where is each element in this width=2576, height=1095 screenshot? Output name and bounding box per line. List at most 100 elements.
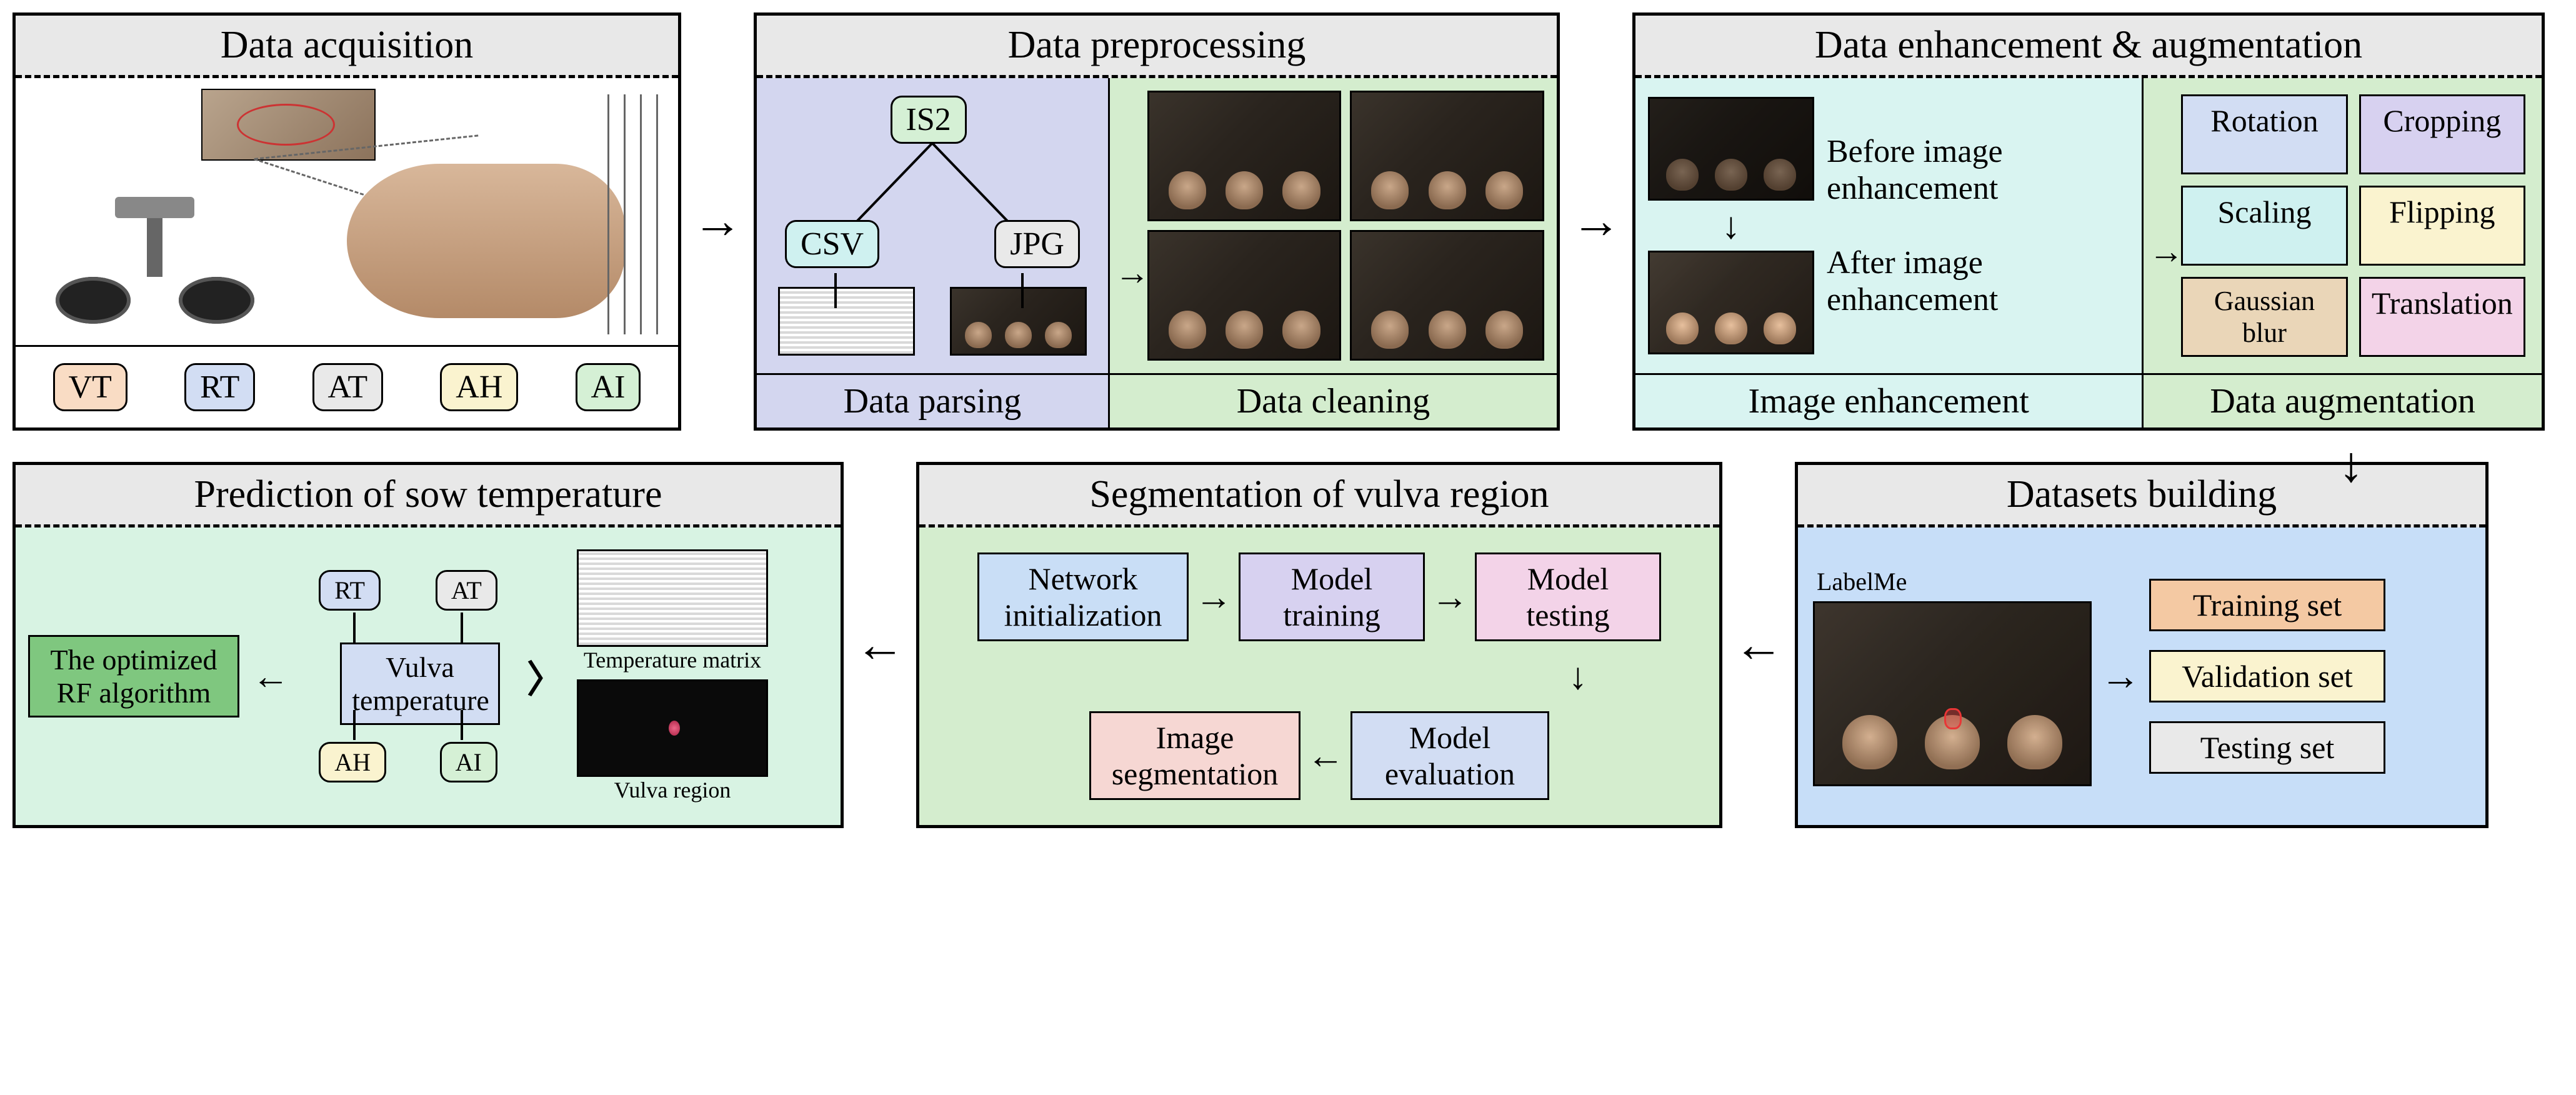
panel-body: LabelMe → Training set Validation set Te… <box>1798 528 2485 825</box>
vulva-region-thumb <box>577 679 768 777</box>
connector-line-icon <box>353 612 356 642</box>
tag-rt: RT <box>184 363 255 411</box>
label-labelme: LabelMe <box>1813 567 2092 596</box>
op-translation: Translation <box>2359 277 2525 357</box>
connector-line-icon <box>461 710 463 740</box>
arrow-right-icon: → <box>2149 232 2184 272</box>
image-enhancement-pane: ↓ Before image enhancement After image e… <box>1635 78 2144 428</box>
arrow-down-icon: ↓ <box>1569 658 1587 695</box>
data-parsing-pane: IS2 CSV JPG Data parsing <box>757 78 1110 428</box>
panel-body: ↓ Before image enhancement After image e… <box>1635 78 2542 428</box>
sample-thumb <box>1350 91 1544 221</box>
step-image-segmentation: Image segmentation <box>1089 711 1300 800</box>
panel-body: Network initialization → Model training … <box>919 528 1719 825</box>
label-vulva-region: Vulva region <box>614 777 731 803</box>
panel-title: Segmentation of vulva region <box>919 465 1719 528</box>
bracket-icon: 〈 <box>527 649 564 704</box>
tag-ai: AI <box>576 363 641 411</box>
node-jpg: JPG <box>994 220 1080 268</box>
panel-body: IS2 CSV JPG Data parsing <box>757 78 1557 428</box>
node-csv: CSV <box>785 220 879 268</box>
label-temperature-matrix: Temperature matrix <box>584 647 761 673</box>
step-network-init: Network initialization <box>977 552 1189 641</box>
acquisition-illustration <box>16 78 678 347</box>
op-rotation: Rotation <box>2181 94 2347 174</box>
connector-line-icon <box>1021 273 1024 309</box>
acquisition-tags: VT RT AT AH AI <box>16 347 678 428</box>
rf-algorithm-box: The optimized RF algorithm <box>28 635 239 718</box>
connector-line-icon <box>834 273 837 309</box>
branch-lines-icon <box>820 143 1045 232</box>
sublabel-cleaning: Data cleaning <box>1110 373 1557 428</box>
arrow-right-icon: → <box>1195 576 1232 619</box>
temperature-matrix-icon <box>577 549 768 647</box>
sublabel-augmentation: Data augmentation <box>2144 373 2542 428</box>
panel-title: Data preprocessing <box>757 16 1557 78</box>
panel-enhance-augment: Data enhancement & augmentation ↓ Before… <box>1632 12 2545 431</box>
panel-data-preprocessing: Data preprocessing IS2 CSV JPG Da <box>754 12 1560 431</box>
panel-title: Prediction of sow temperature <box>16 465 841 528</box>
op-scaling: Scaling <box>2181 186 2347 266</box>
step-model-training: Model training <box>1239 552 1425 641</box>
csv-matrix-icon <box>778 287 916 356</box>
sublabel-enhancement: Image enhancement <box>1635 373 2142 428</box>
connector-line-icon <box>461 612 463 642</box>
vulva-temp-hub: Vulva temperature RT AT AH AI <box>302 570 514 782</box>
panel-body: VT RT AT AH AI <box>16 78 678 428</box>
panel-prediction: Prediction of sow temperature The optimi… <box>12 462 844 828</box>
arrow-right-icon: → <box>1115 253 1150 293</box>
data-augmentation-pane: → Rotation Cropping Scaling Flipping Gau… <box>2144 78 2542 428</box>
panel-data-acquisition: Data acquisition VT RT AT AH AI <box>12 12 681 431</box>
set-validation: Validation set <box>2149 650 2385 702</box>
panel-title: Data enhancement & augmentation <box>1635 16 2542 78</box>
set-testing: Testing set <box>2149 721 2385 774</box>
sample-thumb <box>950 287 1087 356</box>
set-training: Training set <box>2149 579 2385 631</box>
panel-datasets: Datasets building LabelMe → Training set… <box>1795 462 2489 828</box>
input-ah: AH <box>319 742 386 782</box>
sublabel-parsing: Data parsing <box>757 373 1108 428</box>
pen-bars-icon <box>656 94 658 334</box>
row-bottom: Prediction of sow temperature The optimi… <box>12 462 2564 828</box>
panel-title: Data acquisition <box>16 16 678 78</box>
op-flipping: Flipping <box>2359 186 2525 266</box>
input-rt: RT <box>319 570 381 611</box>
label-before: Before image enhancement <box>1827 133 2129 207</box>
step-model-testing: Model testing <box>1475 552 1661 641</box>
sample-thumb <box>1350 230 1544 361</box>
op-cropping: Cropping <box>2359 94 2525 174</box>
tag-at: AT <box>312 363 384 411</box>
labelme-thumb <box>1813 601 2092 786</box>
sample-thumb <box>1147 91 1342 221</box>
arrow-left-icon: ← <box>1307 734 1344 778</box>
panel-segmentation: Segmentation of vulva region Network ini… <box>916 462 1722 828</box>
op-gaussian-blur: Gaussian blur <box>2181 277 2347 357</box>
data-cleaning-pane: → Data cleaning <box>1110 78 1557 428</box>
arrow-right-icon: → <box>1571 193 1621 250</box>
pig-illustration <box>347 164 625 319</box>
arrow-left-icon: ← <box>252 655 289 698</box>
panel-title: Datasets building <box>1798 465 2485 528</box>
arrow-left-icon: ← <box>1734 617 1784 674</box>
step-model-evaluation: Model evaluation <box>1350 711 1549 800</box>
after-thumb <box>1648 251 1814 354</box>
before-thumb <box>1648 97 1814 201</box>
arrow-down-icon: ↓ <box>2339 437 2364 494</box>
row-top: Data acquisition VT RT AT AH AI <box>12 12 2564 431</box>
tag-ah: AH <box>440 363 518 411</box>
arrow-down-icon: ↓ <box>1722 207 1740 244</box>
label-after: After image enhancement <box>1827 244 2129 318</box>
sample-thumb <box>1147 230 1342 361</box>
brace-icon: → <box>2100 653 2140 699</box>
arrow-right-icon: → <box>692 193 742 250</box>
vulva-temperature-box: Vulva temperature <box>340 642 500 725</box>
tag-vt: VT <box>53 363 127 411</box>
label-mark-icon <box>1944 708 1962 729</box>
input-ai: AI <box>440 742 497 782</box>
input-at: AT <box>436 570 497 611</box>
arrow-right-icon: → <box>1431 576 1469 619</box>
robot-illustration <box>56 206 254 324</box>
node-is2: IS2 <box>891 96 967 144</box>
arrow-left-icon: ← <box>855 617 905 674</box>
panel-body: The optimized RF algorithm ← Vulva tempe… <box>16 528 841 825</box>
